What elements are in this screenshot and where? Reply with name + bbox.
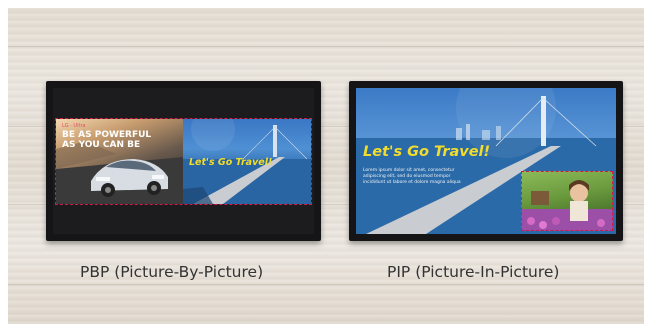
pip-caption: PIP (Picture-In-Picture) <box>387 263 560 281</box>
pbp-monitor: LG · Ultra BE AS POWERFUL AS YOU CAN BE … <box>46 81 321 241</box>
pip-body-line-1: Lorem ipsum dolor sit amet, consectetur <box>363 168 455 173</box>
pip-monitor: Let's Go Travel! Lorem ipsum dolor sit a… <box>349 81 623 241</box>
pip-main-screen: Let's Go Travel! Lorem ipsum dolor sit a… <box>356 88 616 234</box>
pip-body-line-3: incididunt ut labore et dolore magna ali… <box>363 180 461 185</box>
pip-highlight-border <box>521 171 613 231</box>
pip-body-line-2: adipiscing elit, sed do eiusmod tempor <box>363 174 451 179</box>
pbp-screen: LG · Ultra BE AS POWERFUL AS YOU CAN BE … <box>53 88 314 234</box>
pip-title: Let's Go Travel! <box>363 144 491 160</box>
pbp-caption: PBP (Picture-By-Picture) <box>80 263 264 281</box>
pbp-highlight-border <box>55 118 312 205</box>
pip-inset-window <box>521 171 613 231</box>
